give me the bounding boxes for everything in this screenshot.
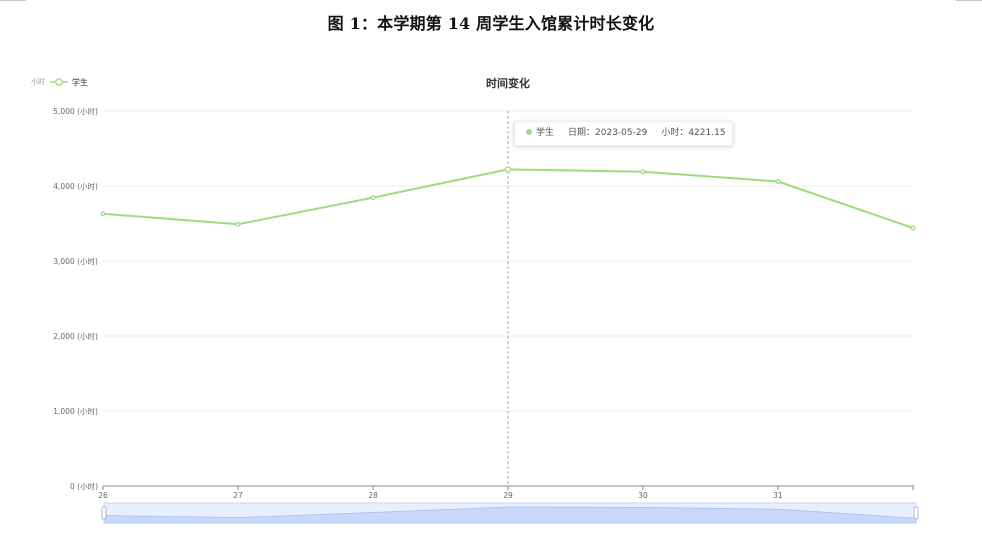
- chart-legend[interactable]: 小时 学生: [31, 76, 88, 88]
- zoom-slider-right-handle[interactable]: [913, 506, 919, 520]
- data-point[interactable]: [100, 211, 106, 217]
- data-point[interactable]: [910, 225, 916, 231]
- line-chart: 时间变化 0 (小时) 1,000 (小时) 2,000 (小时) 3,000 (小时)…: [53, 76, 919, 524]
- y-tick-label: 4,000 (小时): [53, 181, 98, 191]
- legend-label: 学生: [72, 77, 88, 87]
- data-tooltip: 学生 日期：2023-05-29 小时：4221.15: [514, 121, 733, 146]
- legend-prefix: 小时: [31, 78, 45, 86]
- legend-line-circle-icon: [50, 78, 68, 86]
- tooltip-date: 日期：2023-05-29: [568, 128, 648, 138]
- data-point[interactable]: [504, 166, 512, 173]
- y-tick-label: 5,000 (小时): [53, 106, 98, 116]
- tooltip-value: 小时：4221.15: [661, 128, 726, 138]
- tooltip-series-dot-icon: [526, 128, 532, 135]
- tooltip-series-name: 学生: [536, 128, 555, 138]
- x-tick-label: 29: [503, 491, 513, 500]
- y-tick-label: 1,000 (小时): [53, 406, 98, 416]
- zoom-slider-left-handle[interactable]: [101, 506, 107, 520]
- x-tick-label: 31: [773, 491, 783, 500]
- x-tick-label: 30: [638, 491, 648, 500]
- x-tick-label: 27: [233, 491, 243, 500]
- x-tick-label: 26: [98, 491, 108, 500]
- y-tick-label: 3,000 (小时): [53, 256, 98, 266]
- y-tick-label: 0 (小时): [70, 481, 98, 491]
- chart-title: 时间变化: [486, 76, 530, 90]
- data-point[interactable]: [775, 179, 781, 184]
- data-point[interactable]: [370, 195, 376, 201]
- screenshot-frame: 图 1：本学期第 14 周学生入馆累计时长变化 时间变化 0 (小时) 1,000 …: [0, 0, 982, 545]
- data-point[interactable]: [640, 169, 646, 175]
- data-point[interactable]: [235, 221, 241, 227]
- x-tick-label: 28: [368, 491, 378, 500]
- y-tick-label: 2,000 (小时): [53, 331, 98, 341]
